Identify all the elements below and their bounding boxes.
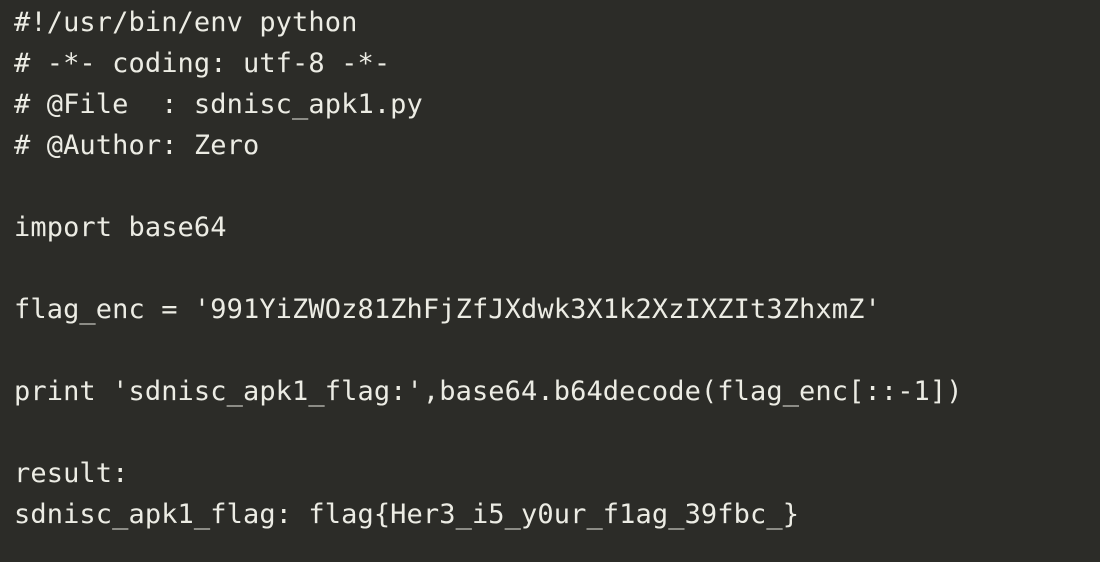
code-line-import: import base64: [14, 212, 227, 243]
code-line-coding: # -*- coding: utf-8 -*-: [14, 48, 391, 79]
code-line-print: print 'sdnisc_apk1_flag:',base64.b64deco…: [14, 376, 963, 407]
code-line-author: # @Author: Zero: [14, 130, 260, 161]
code-line-file: # @File : sdnisc_apk1.py: [14, 89, 423, 120]
code-line-result-output: sdnisc_apk1_flag: flag{Her3_i5_y0ur_f1ag…: [14, 499, 800, 530]
code-line-result-label: result:: [14, 458, 129, 489]
code-line-flag-enc: flag_enc = '991YiZWOz81ZhFjZfJXdwk3X1k2X…: [14, 294, 881, 325]
code-editor: #!/usr/bin/env python # -*- coding: utf-…: [0, 0, 1100, 562]
code-line-shebang: #!/usr/bin/env python: [14, 7, 358, 38]
